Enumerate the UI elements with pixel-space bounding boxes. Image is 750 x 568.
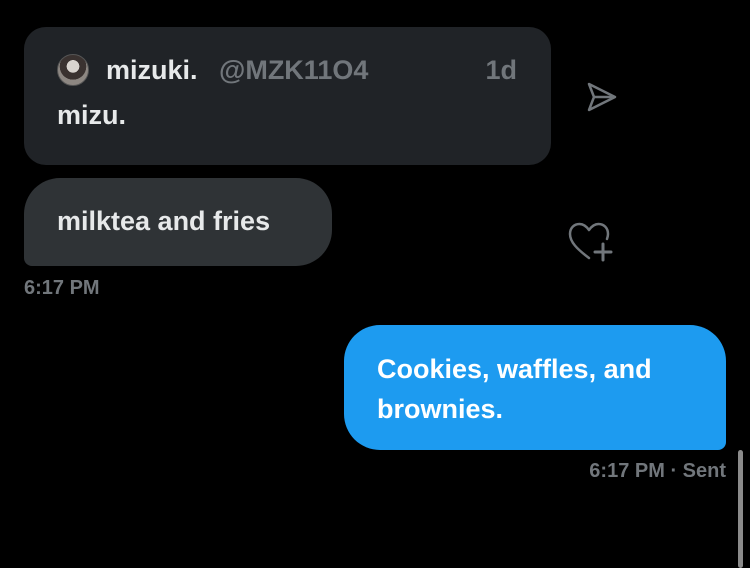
received-message-bubble[interactable]: milktea and fries: [24, 178, 332, 266]
received-message-time: 6:17 PM: [24, 277, 100, 299]
sent-message-meta: 6:17 PM · Sent: [589, 459, 726, 483]
sent-message-bubble[interactable]: Cookies, waffles, and brownies.: [344, 325, 726, 450]
received-message-text: milktea and fries: [57, 206, 271, 236]
quoted-post-text: mizu.: [57, 100, 127, 130]
sent-message-status: · Sent: [670, 460, 726, 482]
quoted-author-handle[interactable]: @MZK11O4: [219, 54, 368, 86]
share-arrow-icon[interactable]: [584, 79, 620, 115]
sent-message-text: Cookies, waffles, and brownies.: [377, 354, 652, 424]
sent-message-time: 6:17 PM: [589, 460, 665, 482]
heart-plus-icon[interactable]: [567, 222, 613, 262]
quoted-author-name[interactable]: mizuki.: [106, 54, 198, 86]
scrollbar[interactable]: [738, 450, 743, 568]
quoted-post-card[interactable]: mizuki. @MZK11O4 1d mizu.: [24, 27, 551, 165]
avatar[interactable]: [57, 54, 89, 86]
quoted-post-time: 1d: [485, 55, 517, 85]
